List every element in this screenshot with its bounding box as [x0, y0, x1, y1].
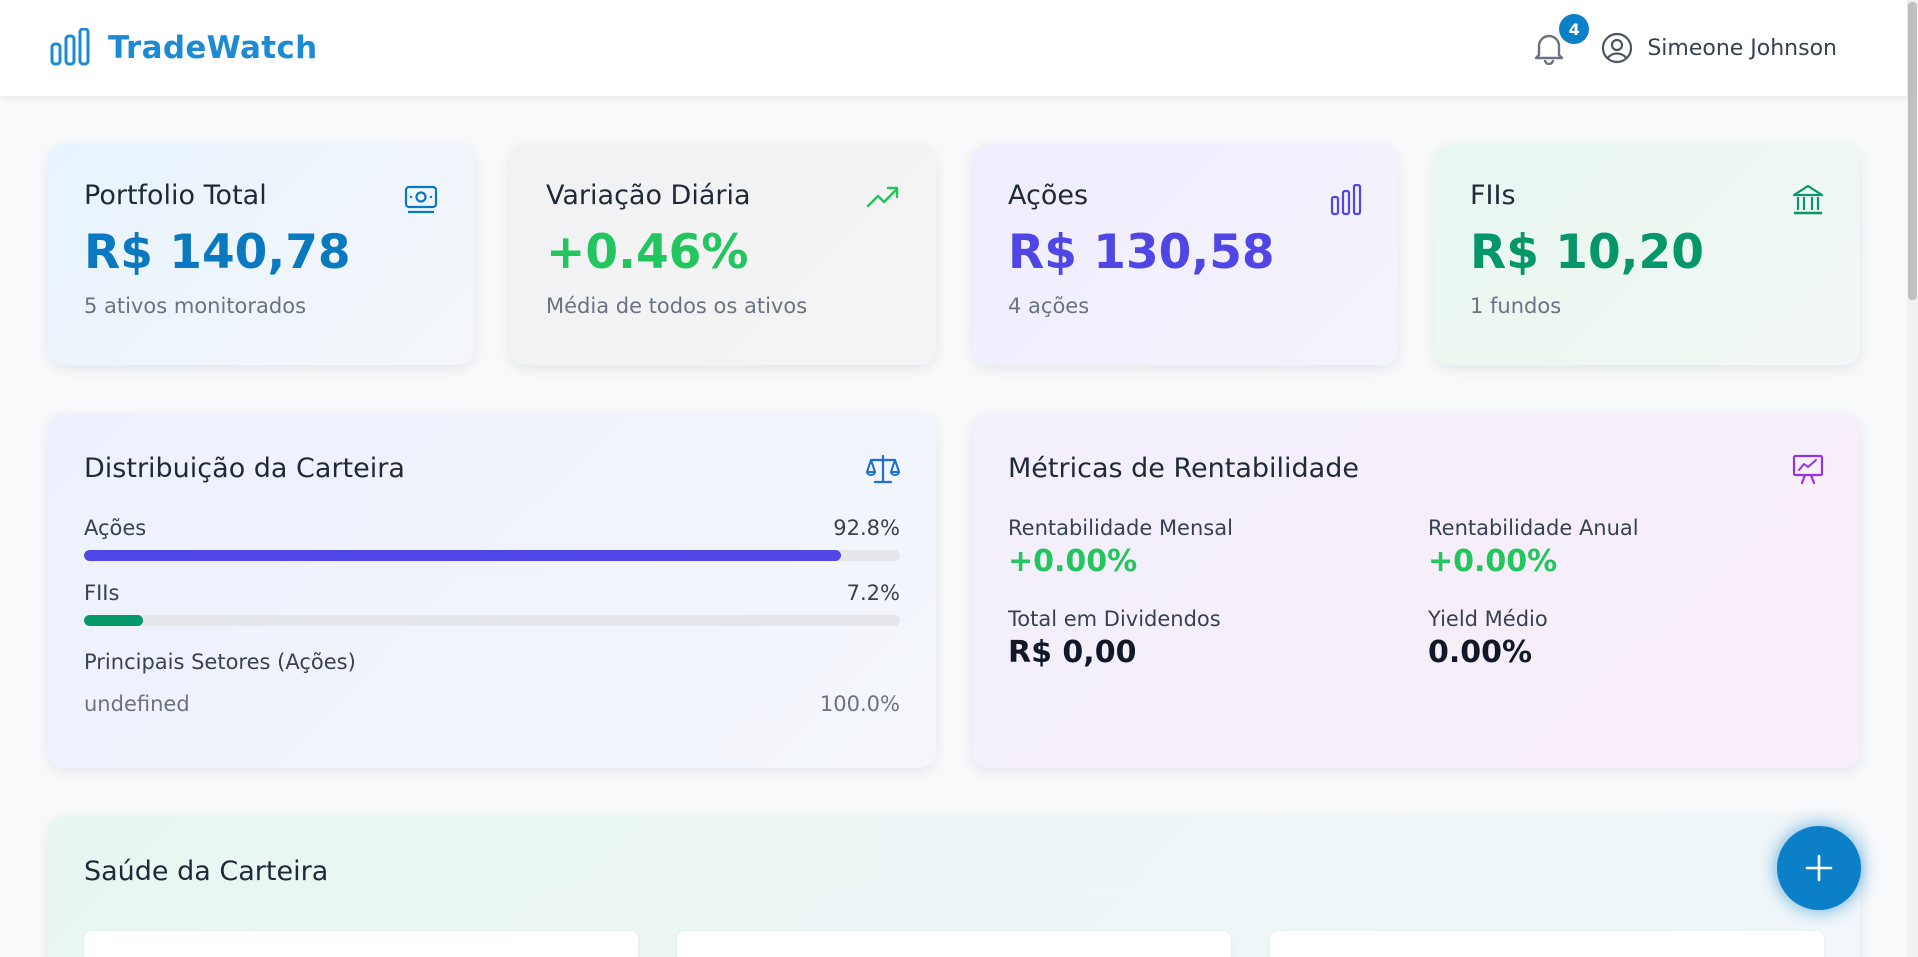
panel-title: Distribuição da Carteira [84, 453, 405, 484]
allocation-label: Ações [84, 516, 147, 540]
allocation-bar-fill [84, 550, 842, 561]
daily-variation-card: Variação Diária +0.46% Média de todos os… [510, 144, 936, 365]
trending-up-icon [866, 186, 899, 208]
health-subcard [1270, 931, 1824, 957]
metric-label: Rentabilidade Anual [1428, 516, 1639, 540]
annual-return-metric: Rentabilidade Anual +0.00% [1428, 516, 1848, 579]
portfolio-health-panel: Saúde da Carteira [48, 816, 1860, 957]
metric-value: +0.00% [1428, 544, 1558, 579]
metric-label: Yield Médio [1428, 607, 1548, 631]
bank-icon [1792, 184, 1824, 215]
card-subtitle: Média de todos os ativos [546, 294, 808, 318]
brand-logo[interactable]: TradeWatch [50, 28, 317, 68]
allocation-bar-track [84, 615, 900, 626]
metric-value: R$ 0,00 [1008, 635, 1137, 670]
allocation-percent: 92.8% [833, 516, 900, 540]
portfolio-total-card: Portfolio Total R$ 140,78 5 ativos monit… [48, 144, 474, 365]
scale-icon [866, 454, 900, 484]
monthly-return-metric: Rentabilidade Mensal +0.00% [1008, 516, 1428, 579]
notifications-button[interactable]: 4 [1531, 14, 1590, 68]
metric-label: Total em Dividendos [1008, 607, 1221, 631]
fiis-card: FIIs R$ 10,20 1 fundos [1434, 144, 1860, 365]
top-header: TradeWatch 4 Simeone Johnson [0, 0, 1907, 96]
user-menu[interactable]: Simeone Johnson [1601, 32, 1837, 64]
card-value: R$ 10,20 [1470, 225, 1704, 280]
bar-chart-icon [1330, 184, 1362, 216]
allocation-bar-track [84, 550, 900, 561]
panel-title: Métricas de Rentabilidade [1008, 453, 1359, 484]
card-value: R$ 140,78 [84, 225, 351, 280]
allocation-label: FIIs [84, 581, 120, 605]
stocks-card: Ações R$ 130,58 4 ações [972, 144, 1398, 365]
portfolio-distribution-panel: Distribuição da Carteira Ações 92.8% FII… [48, 413, 936, 768]
profitability-metrics-panel: Métricas de Rentabilidade Rentabilidade … [972, 413, 1860, 768]
card-subtitle: 4 ações [1008, 294, 1090, 318]
notification-badge: 4 [1559, 14, 1590, 44]
card-subtitle: 5 ativos monitorados [84, 294, 307, 318]
panel-title: Saúde da Carteira [84, 856, 329, 887]
allocation-percent: 7.2% [846, 581, 900, 605]
health-subcard [677, 931, 1231, 957]
health-subcard [84, 931, 638, 957]
card-title: Ações [1008, 180, 1089, 211]
add-asset-button[interactable] [1777, 826, 1861, 910]
cash-icon [404, 185, 438, 214]
card-value: +0.46% [546, 225, 749, 280]
metric-value: +0.00% [1008, 544, 1138, 579]
page-scrollbar[interactable] [1907, 0, 1918, 957]
sector-name: undefined [84, 692, 190, 716]
sector-percent: 100.0% [819, 692, 900, 716]
metric-value: 0.00% [1428, 635, 1533, 670]
card-title: FIIs [1470, 180, 1516, 211]
card-title: Variação Diária [546, 180, 751, 211]
total-dividends-metric: Total em Dividendos R$ 0,00 [1008, 607, 1428, 670]
bar-chart-icon [50, 28, 90, 66]
sectors-title: Principais Setores (Ações) [84, 650, 356, 674]
presentation-chart-icon [1792, 454, 1824, 485]
average-yield-metric: Yield Médio 0.00% [1428, 607, 1848, 670]
brand-name: TradeWatch [108, 30, 318, 66]
card-title: Portfolio Total [84, 180, 267, 211]
plus-icon [1805, 854, 1833, 882]
card-value: R$ 130,58 [1008, 225, 1275, 280]
user-name: Simeone Johnson [1647, 35, 1837, 61]
allocation-fiis-row: FIIs 7.2% [84, 581, 900, 626]
user-circle-icon [1602, 32, 1633, 64]
card-subtitle: 1 fundos [1470, 294, 1562, 318]
scrollbar-thumb[interactable] [1908, 2, 1917, 300]
allocation-bar-fill [84, 615, 143, 626]
metric-label: Rentabilidade Mensal [1008, 516, 1233, 540]
allocation-stocks-row: Ações 92.8% [84, 516, 900, 561]
sector-row: undefined 100.0% [84, 692, 900, 716]
